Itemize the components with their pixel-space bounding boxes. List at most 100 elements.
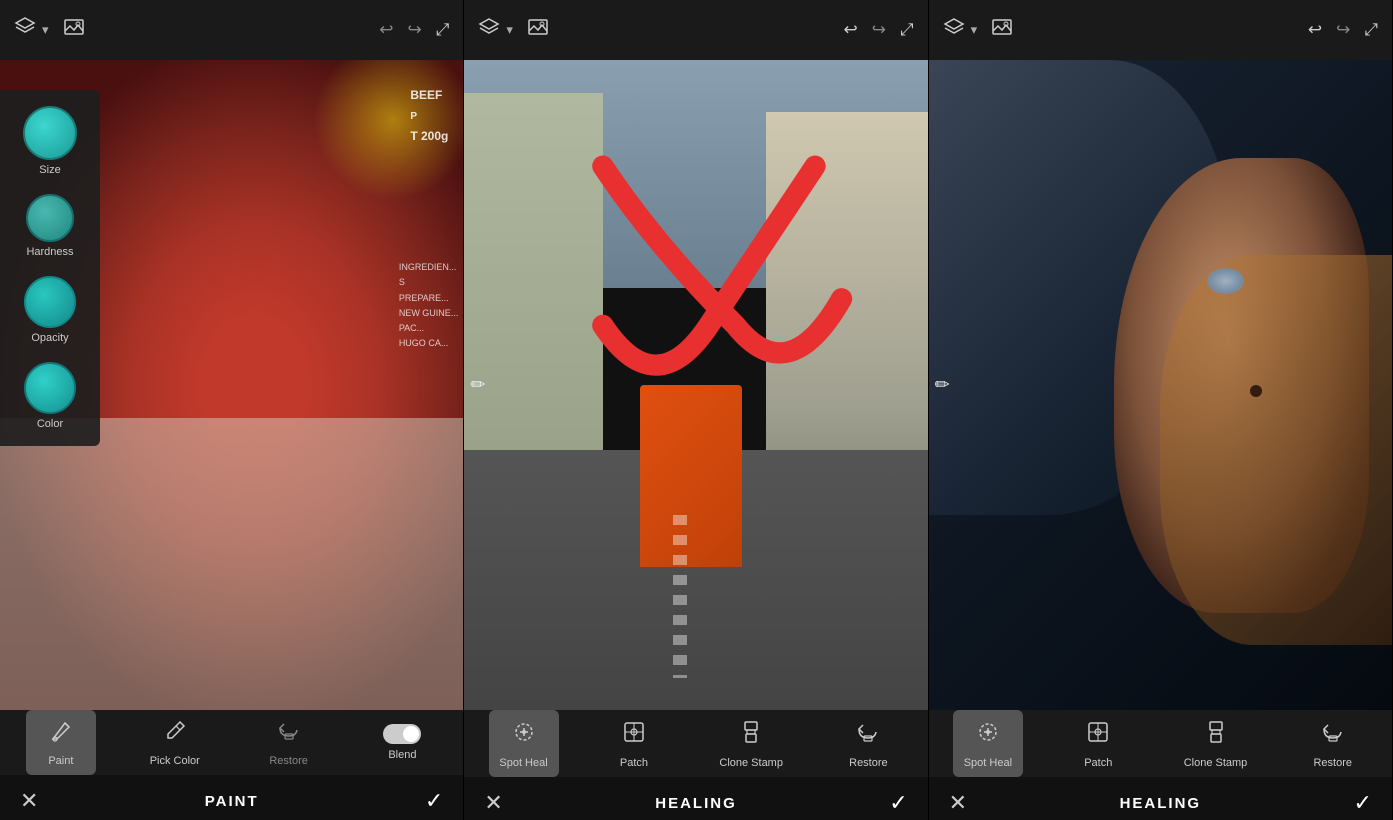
check-icon-paint[interactable]: ✓ <box>425 788 443 814</box>
tool-blend[interactable]: Blend <box>367 716 437 769</box>
graffiti-overlay <box>464 60 927 710</box>
bottom-bar-h2: Spot Heal Patch <box>929 710 1392 820</box>
toolbar-healing-2: ▾ ↩ ↪ ⤢ <box>929 0 1392 60</box>
toolbar-right-h2: ↩ ↪ ⤢ <box>1308 20 1378 40</box>
restore-label-paint: Restore <box>269 755 308 767</box>
pencil-icon-h1[interactable]: ✏ <box>470 375 485 396</box>
close-icon-paint[interactable]: ✕ <box>20 788 38 814</box>
bottom-bar-paint: Paint Pick Color <box>0 710 463 820</box>
clone-stamp-label-h2: Clone Stamp <box>1184 757 1248 769</box>
blend-toggle[interactable] <box>383 724 421 744</box>
patch-label-h2: Patch <box>1084 757 1112 769</box>
tool-paint[interactable]: Paint <box>26 710 96 775</box>
spot-heal-label-h1: Spot Heal <box>499 757 547 769</box>
size-label: Size <box>39 164 60 176</box>
close-icon-h2[interactable]: ✕ <box>949 790 967 816</box>
tool-clone-stamp-h2[interactable]: Clone Stamp <box>1174 710 1258 777</box>
restore-label-h2: Restore <box>1313 757 1352 769</box>
redo-icon-h1[interactable]: ↪ <box>872 20 886 40</box>
layers-chevron-h2[interactable]: ▾ <box>971 22 978 38</box>
restore-icon-h1 <box>854 718 882 752</box>
action-title-h2: HEALING <box>1120 795 1202 812</box>
tool-patch-h1[interactable]: Patch <box>599 710 669 777</box>
color-label: Color <box>37 418 63 430</box>
tool-restore-paint[interactable]: Restore <box>254 710 324 775</box>
toolbar-left: ▾ <box>14 16 85 44</box>
action-title-h1: HEALING <box>655 795 737 812</box>
action-bar-paint: ✕ PAINT ✓ <box>0 775 463 820</box>
layers-icon-h1[interactable] <box>478 17 500 44</box>
color-circle[interactable] <box>24 362 76 414</box>
layers-icon[interactable] <box>14 16 36 44</box>
opacity-circle[interactable] <box>24 276 76 328</box>
hardness-control[interactable]: Hardness <box>26 188 74 264</box>
tool-pick-color[interactable]: Pick Color <box>140 710 210 775</box>
hardness-circle[interactable] <box>26 194 74 242</box>
check-icon-h2[interactable]: ✓ <box>1354 790 1372 816</box>
toolbar-paint: ▾ ↩ ↪ ⤢ <box>0 0 463 60</box>
toolbar-right-h1: ↩ ↪ ⤢ <box>844 20 914 40</box>
toolbar-right: ↩ ↪ ⤢ <box>379 20 449 40</box>
image-icon[interactable] <box>63 17 85 44</box>
paint-label: Paint <box>48 755 73 767</box>
toolbar-left-h1: ▾ <box>478 17 549 44</box>
tool-buttons-paint: Paint Pick Color <box>0 710 463 775</box>
pencil-icon-h2[interactable]: ✏ <box>935 375 950 396</box>
spot-heal-icon-h2 <box>974 718 1002 752</box>
opacity-control[interactable]: Opacity <box>24 270 76 350</box>
action-bar-h1: ✕ HEALING ✓ <box>464 777 927 820</box>
can-text-weight: T 200g <box>410 129 448 143</box>
restore-icon-paint <box>276 718 302 750</box>
spot-heal-label-h2: Spot Heal <box>964 757 1012 769</box>
can-text-ingredients: INGREDIEN...SPREPARE...NEW GUINE...PAC..… <box>399 262 459 348</box>
clone-stamp-icon-h2 <box>1202 718 1230 752</box>
undo-icon-h2[interactable]: ↩ <box>1308 20 1322 40</box>
expand-icon-h1[interactable]: ⤢ <box>900 20 914 40</box>
expand-icon[interactable]: ⤢ <box>436 20 450 40</box>
layers-icon-h2[interactable] <box>943 17 965 44</box>
color-control[interactable]: Color <box>24 356 76 436</box>
paint-icon <box>48 718 74 750</box>
expand-icon-h2[interactable]: ⤢ <box>1364 20 1378 40</box>
tool-spot-heal-h2[interactable]: Spot Heal <box>953 710 1023 777</box>
patch-label-h1: Patch <box>620 757 648 769</box>
paint-image-area[interactable]: BEEF P T 200g INGREDIEN...SPREPARE...NEW… <box>0 60 463 710</box>
image-icon-h1[interactable] <box>527 17 549 44</box>
tool-restore-h2[interactable]: Restore <box>1298 710 1368 777</box>
spot-heal-icon-h1 <box>510 718 538 752</box>
undo-icon[interactable]: ↩ <box>379 20 393 40</box>
can-text-p: P <box>410 111 417 122</box>
size-circle[interactable] <box>23 106 77 160</box>
redo-icon[interactable]: ↪ <box>407 20 421 40</box>
check-icon-h1[interactable]: ✓ <box>889 790 907 816</box>
tool-restore-h1[interactable]: Restore <box>833 710 903 777</box>
tool-buttons-h1: Spot Heal Patch <box>464 710 927 777</box>
layers-chevron-h1[interactable]: ▾ <box>506 22 513 38</box>
hardness-label: Hardness <box>26 246 73 258</box>
blend-label: Blend <box>388 749 416 761</box>
tool-clone-stamp-h1[interactable]: Clone Stamp <box>709 710 793 777</box>
side-panel: Size Hardness Opacity Color <box>0 90 100 446</box>
tool-spot-heal-h1[interactable]: Spot Heal <box>489 710 559 777</box>
healing-1-image-area[interactable]: ✏ <box>464 60 927 710</box>
panel-healing-1: ▾ ↩ ↪ ⤢ <box>464 0 928 820</box>
pick-color-label: Pick Color <box>150 755 200 767</box>
close-icon-h1[interactable]: ✕ <box>484 790 502 816</box>
size-control[interactable]: Size <box>23 100 77 182</box>
clone-stamp-icon-h1 <box>737 718 765 752</box>
healing-2-image-area[interactable]: ✏ <box>929 60 1392 710</box>
image-icon-h2[interactable] <box>991 17 1013 44</box>
opacity-label: Opacity <box>31 332 68 344</box>
toolbar-left-h2: ▾ <box>943 17 1014 44</box>
restore-label-h1: Restore <box>849 757 888 769</box>
clone-stamp-label-h1: Clone Stamp <box>719 757 783 769</box>
pick-color-icon <box>162 718 188 750</box>
toolbar-healing-1: ▾ ↩ ↪ ⤢ <box>464 0 927 60</box>
tool-patch-h2[interactable]: Patch <box>1063 710 1133 777</box>
patch-icon-h2 <box>1084 718 1112 752</box>
redo-icon-h2[interactable]: ↪ <box>1336 20 1350 40</box>
undo-icon-h1[interactable]: ↩ <box>844 20 858 40</box>
restore-icon-h2 <box>1319 718 1347 752</box>
layers-chevron[interactable]: ▾ <box>42 22 49 38</box>
bottom-bar-h1: Spot Heal Patch <box>464 710 927 820</box>
